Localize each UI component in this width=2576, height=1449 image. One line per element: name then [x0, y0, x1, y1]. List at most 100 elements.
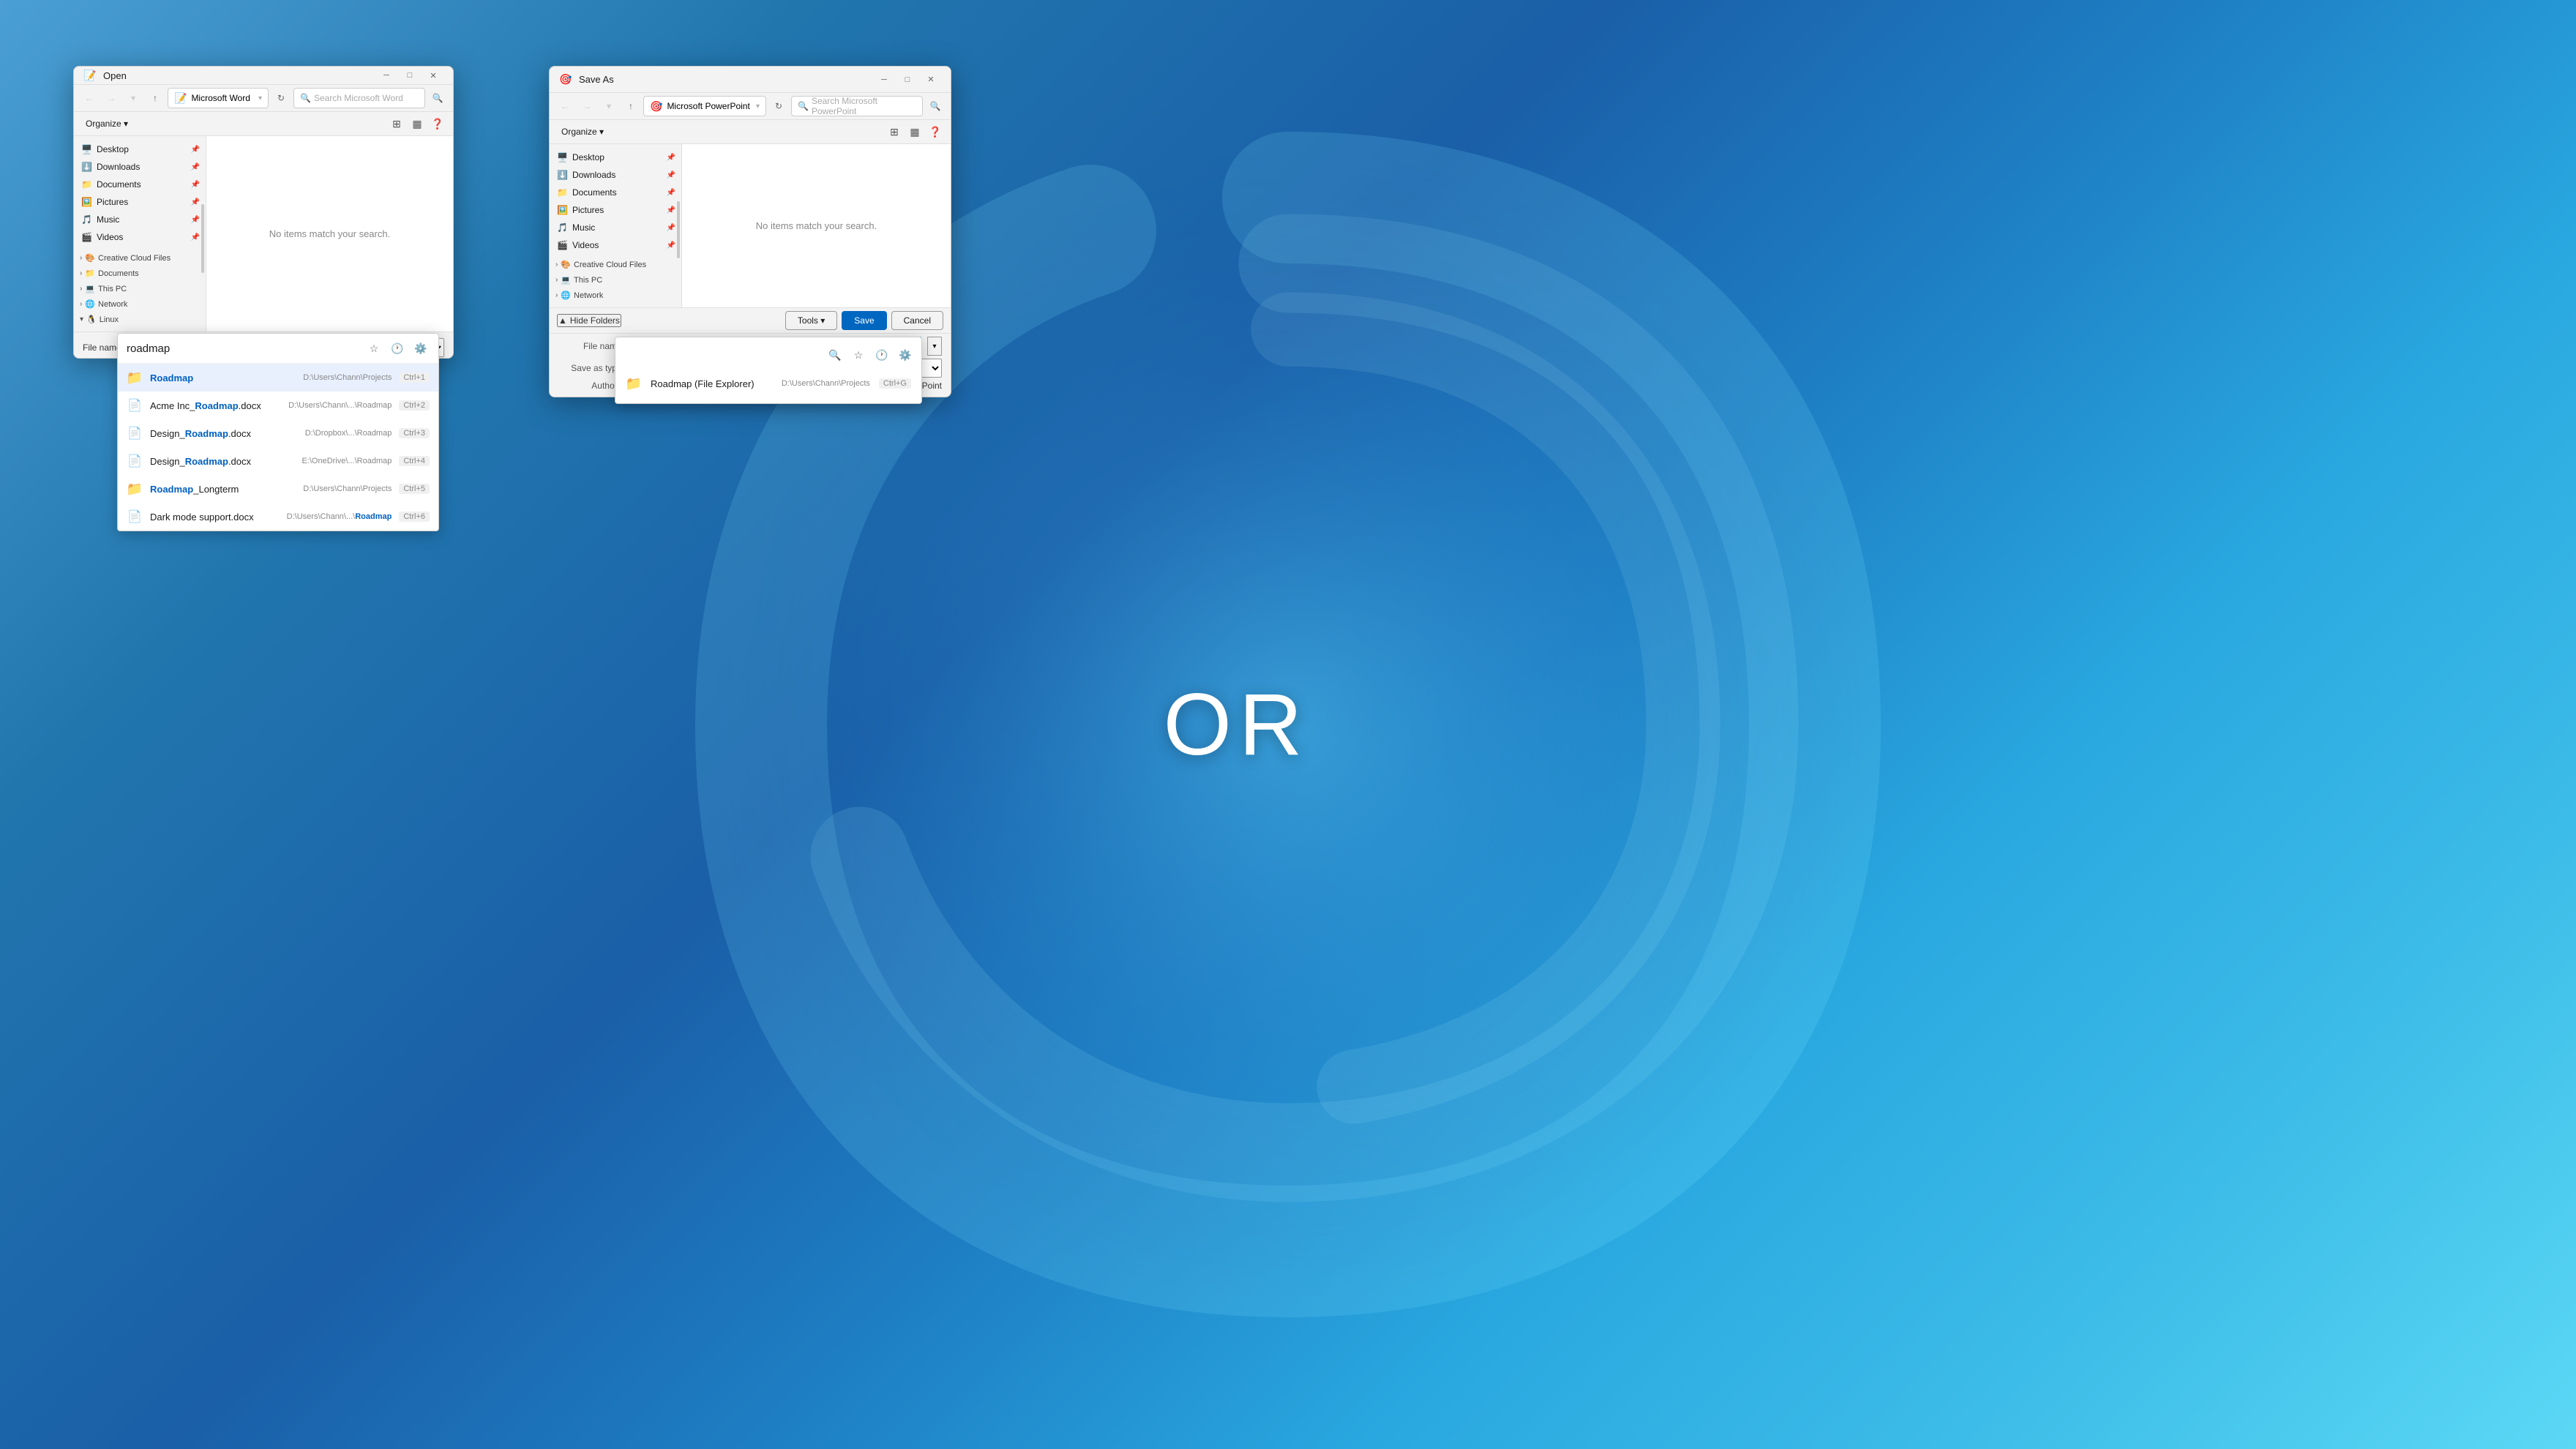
open-dialog-maximize[interactable]: □	[399, 67, 421, 84]
saveas-sidebar-item-music[interactable]: 🎵 Music 📌	[550, 219, 681, 236]
search-result-6[interactable]: 📄 Dark mode support.docx D:\Users\Chann\…	[118, 503, 438, 531]
sidebar-label-music: Music	[97, 214, 119, 225]
sidebar-item-videos[interactable]: 🎬 Videos 📌	[74, 228, 206, 246]
sidebar-section-creative[interactable]: › 🎨 Creative Cloud Files	[74, 250, 206, 266]
saveas-recent-button[interactable]: ▾	[599, 97, 618, 116]
sidebar-item-documents[interactable]: 📁 Documents 📌	[74, 176, 206, 193]
saveas-sidebar-item-desktop[interactable]: 🖥️ Desktop 📌	[550, 149, 681, 166]
desktop-icon: 🖥️	[81, 144, 92, 154]
saveas-sidebar-section-thispc[interactable]: › 💻 This PC	[550, 272, 681, 288]
fe-settings-icon[interactable]: ⚙️	[896, 346, 914, 364]
saveas-forward-button[interactable]: →	[577, 97, 596, 116]
saveas-address-bar[interactable]: 🎯 Microsoft PowerPoint ▾	[643, 96, 766, 116]
network-expand-icon: ›	[80, 300, 82, 308]
sidebar-section-network[interactable]: › 🌐 Network	[74, 296, 206, 312]
search-dropdown: ☆ 🕐 ⚙️ 📁 Roadmap D:\Users\Chann\Projects…	[117, 333, 439, 531]
save-button[interactable]: Save	[842, 311, 886, 330]
tools-button-saveas[interactable]: Tools ▾	[785, 311, 837, 330]
saveas-sidebar-scrollbar[interactable]	[677, 201, 680, 258]
saveas-dialog-maximize[interactable]: □	[896, 71, 918, 89]
up-button[interactable]: ↑	[146, 89, 165, 108]
saveas-pin-desktop: 📌	[667, 154, 675, 162]
help-btn[interactable]: ❓	[428, 114, 447, 133]
saveas-filename-dropdown[interactable]: ▾	[927, 337, 942, 356]
open-search-bar[interactable]: 🔍 Search Microsoft Word	[293, 88, 425, 108]
back-button[interactable]: ←	[80, 89, 99, 108]
cancel-button-saveas[interactable]: Cancel	[891, 311, 943, 330]
saveas-sidebar-section-network[interactable]: › 🌐 Network	[550, 288, 681, 303]
search-result-5[interactable]: 📁 Roadmap_Longterm D:\Users\Chann\Projec…	[118, 475, 438, 503]
open-dialog-controls: ─ □ ✕	[375, 67, 444, 84]
saveas-back-button[interactable]: ←	[555, 97, 574, 116]
saveas-content-area: 🖥️ Desktop 📌 ⬇️ Downloads 📌 📁 Documents …	[550, 144, 951, 307]
sidebar-item-music[interactable]: 🎵 Music 📌	[74, 211, 206, 228]
bookmark-icon[interactable]: ☆	[365, 340, 383, 357]
search-result-1[interactable]: 📁 Roadmap D:\Users\Chann\Projects Ctrl+1	[118, 364, 438, 392]
settings-icon[interactable]: ⚙️	[412, 340, 430, 357]
fe-search-icon[interactable]: 🔍	[826, 346, 844, 364]
result-name-3: Design_Roadmap.docx	[150, 428, 298, 439]
open-organize-bar: Organize ▾ ⊞ ▦ ❓	[74, 112, 453, 136]
search-magnifier[interactable]: 🔍	[428, 89, 447, 108]
saveas-network-expand: ›	[555, 291, 558, 299]
saveas-pin-videos: 📌	[667, 242, 675, 250]
result-shortcut-5: Ctrl+5	[399, 484, 430, 494]
view-details-btn[interactable]: ▦	[408, 114, 427, 133]
open-dialog-close[interactable]: ✕	[422, 67, 444, 84]
saveas-dialog-minimize[interactable]: ─	[873, 71, 895, 89]
result-icon-6: 📄	[127, 509, 143, 525]
sidebar-item-pictures[interactable]: 🖼️ Pictures 📌	[74, 193, 206, 211]
saveas-sidebar-item-documents[interactable]: 📁 Documents 📌	[550, 184, 681, 201]
fe-result-roadmap[interactable]: 📁 Roadmap (File Explorer) D:\Users\Chann…	[615, 370, 921, 397]
open-dialog-minimize[interactable]: ─	[375, 67, 397, 84]
sidebar-section-documents2[interactable]: › 📁 Documents	[74, 266, 206, 281]
saveas-view-details-btn[interactable]: ▦	[905, 122, 924, 141]
saveas-search-magnifier[interactable]: 🔍	[926, 97, 945, 116]
open-main-content: No items match your search.	[206, 136, 453, 332]
saveas-view-grid-btn[interactable]: ⊞	[885, 122, 904, 141]
result-path-3: D:\Dropbox\...\Roadmap	[305, 429, 392, 438]
saveas-sidebar-item-videos[interactable]: 🎬 Videos 📌	[550, 236, 681, 254]
forward-button[interactable]: →	[102, 89, 121, 108]
view-grid-btn[interactable]: ⊞	[387, 114, 406, 133]
sidebar-item-downloads[interactable]: ⬇️ Downloads 📌	[74, 158, 206, 176]
open-dialog: 📝 Open ─ □ ✕ ← → ▾ ↑ 📝 Microsoft Word ▾ …	[73, 66, 454, 359]
thispc-expand-icon: ›	[80, 285, 82, 293]
saveas-sidebar-item-pictures[interactable]: 🖼️ Pictures 📌	[550, 201, 681, 219]
pin-icon-music: 📌	[191, 216, 200, 224]
saveas-refresh-button[interactable]: ↻	[769, 97, 788, 116]
search-result-4[interactable]: 📄 Design_Roadmap.docx E:\OneDrive\...\Ro…	[118, 447, 438, 475]
sidebar-scrollbar[interactable]	[201, 204, 204, 272]
recent-button[interactable]: ▾	[124, 89, 143, 108]
search-result-2[interactable]: 📄 Acme Inc_Roadmap.docx D:\Users\Chann\.…	[118, 392, 438, 419]
pin-icon-videos: 📌	[191, 233, 200, 242]
address-bar[interactable]: 📝 Microsoft Word ▾	[168, 88, 269, 108]
saveas-sidebar-section-creative[interactable]: › 🎨 Creative Cloud Files	[550, 257, 681, 272]
saveas-help-btn[interactable]: ❓	[926, 122, 945, 141]
result-icon-1: 📁	[127, 370, 143, 386]
saveas-sidebar-label-downloads: Downloads	[572, 170, 615, 180]
result-shortcut-6: Ctrl+6	[399, 512, 430, 522]
saveas-sidebar: 🖥️ Desktop 📌 ⬇️ Downloads 📌 📁 Documents …	[550, 144, 681, 307]
fe-bookmark-icon[interactable]: ☆	[850, 346, 867, 364]
saveas-up-button[interactable]: ↑	[621, 97, 640, 116]
saveas-sidebar-label-thispc: This PC	[574, 276, 602, 285]
sidebar-section-linux[interactable]: ▾ 🐧 Linux	[74, 312, 206, 327]
saveas-sidebar-item-downloads[interactable]: ⬇️ Downloads 📌	[550, 166, 681, 184]
sidebar-section-thispc[interactable]: › 💻 This PC	[74, 281, 206, 296]
hide-folders-btn[interactable]: ▲ Hide Folders	[557, 314, 621, 327]
fe-history-icon[interactable]: 🕐	[873, 346, 891, 364]
linux-expand-icon: ▾	[80, 315, 83, 323]
refresh-button[interactable]: ↻	[272, 89, 291, 108]
search-input[interactable]	[127, 342, 359, 355]
saveas-sidebar-label-desktop: Desktop	[572, 152, 604, 162]
linux-icon: 🐧	[86, 315, 97, 324]
sidebar-item-desktop[interactable]: 🖥️ Desktop 📌	[74, 141, 206, 158]
saveas-search-bar[interactable]: 🔍 Search Microsoft PowerPoint	[791, 96, 923, 116]
saveas-dialog-close[interactable]: ✕	[920, 71, 942, 89]
search-result-3[interactable]: 📄 Design_Roadmap.docx D:\Dropbox\...\Roa…	[118, 419, 438, 447]
open-organize-btn[interactable]: Organize ▾	[80, 116, 134, 132]
documents2-icon: 📁	[85, 269, 95, 278]
history-icon[interactable]: 🕐	[389, 340, 406, 357]
saveas-organize-btn[interactable]: Organize ▾	[555, 124, 610, 140]
